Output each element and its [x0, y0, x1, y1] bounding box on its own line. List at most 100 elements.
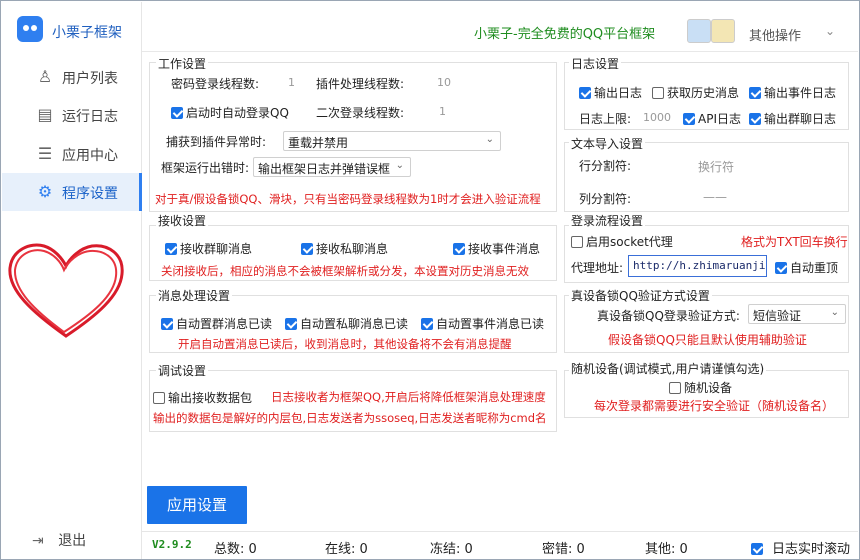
sidebar-item-users[interactable]: ♙ 用户列表 — [2, 58, 142, 96]
receive-private-checkbox[interactable]: 接收私聊消息 — [301, 240, 388, 257]
history-checkbox[interactable]: 获取历史消息 — [652, 84, 739, 101]
group-title: 登录流程设置 — [569, 212, 646, 229]
logout-button[interactable]: ⇥ 退出 — [32, 530, 86, 550]
top-bar: 小栗子-完全免费的QQ平台框架 其他操作 ⌄ — [142, 2, 858, 52]
group-title: 接收设置 — [156, 212, 209, 229]
status-bar: V2.9.2 总数: 0 在线: 0 冻结: 0 密错: 0 其他: 0 日志实… — [142, 531, 858, 559]
avatar — [711, 19, 735, 43]
heart-decoration — [8, 243, 124, 338]
proxy-address-label: 代理地址: — [571, 261, 624, 275]
auto-top-checkbox[interactable]: 自动重顶 — [775, 259, 838, 276]
gear-icon: ⚙ — [37, 182, 53, 201]
group-log-checkbox[interactable]: 输出群聊日志 — [749, 110, 836, 127]
sidebar: 小栗子框架 ♙ 用户列表 ▤ 运行日志 ☰ 应用中心 ⚙ 程序设置 ⇥ 退出 — [2, 2, 142, 559]
api-log-checkbox[interactable]: API日志 — [683, 110, 741, 127]
output-log-checkbox[interactable]: 输出日志 — [579, 84, 642, 101]
sidebar-item-label: 程序设置 — [62, 186, 118, 202]
group-title: 随机设备(调试模式,用户请谨慎勾选) — [569, 360, 767, 377]
device-lock-note: 假设备锁QQ只能且默认使用辅助验证 — [608, 333, 807, 347]
plugin-error-select[interactable]: 重载并禁用 ⌄ — [283, 131, 501, 151]
app-window: 小栗子框架 ♙ 用户列表 ▤ 运行日志 ☰ 应用中心 ⚙ 程序设置 ⇥ 退出 小… — [0, 0, 860, 560]
group-title: 消息处理设置 — [156, 287, 233, 304]
second-threads-label: 二次登录线程数: — [316, 106, 405, 120]
receive-event-checkbox[interactable]: 接收事件消息 — [453, 240, 540, 257]
password-error-count: 密错: 0 — [542, 542, 585, 557]
work-note: 对于真/假设备锁QQ、滑块，只有当密码登录线程数为1时才会进入验证流程 — [155, 192, 541, 206]
chevron-down-icon: ⌄ — [485, 134, 494, 145]
format-note: 格式为TXT回车换行 — [741, 235, 848, 249]
random-device-checkbox[interactable]: 随机设备 — [669, 379, 732, 396]
select-value: 输出框架日志并弹错误框 — [258, 162, 391, 176]
frozen-count: 冻结: 0 — [430, 542, 473, 557]
frame-error-label: 框架运行出错时: — [161, 161, 250, 175]
row-separator-input[interactable]: 换行符 — [698, 158, 734, 175]
account-avatars[interactable] — [687, 19, 739, 47]
group-read-checkbox[interactable]: 自动置群消息已读 — [161, 315, 272, 332]
plugin-threads-label: 插件处理线程数: — [316, 77, 405, 91]
online-count: 在线: 0 — [325, 542, 368, 557]
checkbox-label: 自动置私聊消息已读 — [300, 317, 409, 331]
pwd-threads-input[interactable]: 1 — [288, 76, 295, 89]
select-value: 短信验证 — [753, 309, 802, 323]
socket-proxy-checkbox[interactable]: 启用socket代理 — [571, 233, 673, 250]
debug-note-2: 输出的数据包是解好的内层包,日志发送者为ssoseq,日志发送者昵称为cmd名 — [153, 411, 547, 425]
output-packet-checkbox[interactable]: 输出接收数据包 — [153, 389, 252, 406]
sidebar-item-settings[interactable]: ⚙ 程序设置 — [2, 173, 142, 211]
autologin-checkbox[interactable]: 启动时自动登录QQ — [171, 104, 289, 121]
logout-icon: ⇥ — [32, 533, 44, 549]
group-title: 文本导入设置 — [569, 135, 646, 152]
checkbox-label: 接收群聊消息 — [180, 242, 253, 256]
checkbox-label: 获取历史消息 — [667, 86, 740, 100]
sidebar-item-label: 用户列表 — [62, 71, 118, 87]
chevron-down-icon: ⌄ — [830, 307, 839, 318]
checkbox-label: 启用socket代理 — [586, 235, 673, 249]
row-separator-label: 行分割符: — [579, 159, 632, 173]
event-read-checkbox[interactable]: 自动置事件消息已读 — [421, 315, 544, 332]
col-separator-input[interactable]: —— — [703, 190, 727, 204]
checkbox-label: API日志 — [698, 112, 741, 126]
version-label: V2.9.2 — [152, 538, 192, 551]
second-threads-input[interactable]: 1 — [439, 105, 446, 118]
user-icon: ♙ — [37, 67, 53, 86]
checkbox-label: 接收私聊消息 — [316, 242, 389, 256]
debug-note-1: 日志接收者为框架QQ,开启后将降低框架消息处理速度 — [271, 390, 546, 404]
proxy-address-field[interactable]: http://h.zhimaruanjian.com — [628, 255, 767, 277]
select-value: 重载并禁用 — [288, 136, 349, 150]
other-count: 其他: 0 — [645, 542, 688, 557]
pwd-threads-label: 密码登录线程数: — [171, 77, 260, 91]
plugin-error-label: 捕获到插件异常时: — [166, 135, 267, 149]
log-limit-input[interactable]: 1000 — [643, 111, 671, 124]
checkbox-label: 输出接收数据包 — [168, 391, 253, 405]
private-read-checkbox[interactable]: 自动置私聊消息已读 — [285, 315, 408, 332]
app-name: 小栗子框架 — [52, 25, 122, 41]
sidebar-item-app-center[interactable]: ☰ 应用中心 — [2, 135, 142, 173]
realtime-scroll-checkbox[interactable]: 日志实时滚动 — [751, 538, 850, 557]
col-separator-label: 列分割符: — [579, 192, 632, 206]
group-title: 调试设置 — [156, 362, 209, 379]
random-device-note: 每次登录都需要进行安全验证（随机设备名） — [594, 399, 835, 413]
plugin-threads-input[interactable]: 10 — [437, 76, 451, 89]
chevron-down-icon[interactable]: ⌄ — [825, 24, 835, 38]
event-log-checkbox[interactable]: 输出事件日志 — [749, 84, 836, 101]
sidebar-item-label: 应用中心 — [62, 148, 118, 164]
receive-group-checkbox[interactable]: 接收群聊消息 — [165, 240, 252, 257]
document-icon: ▤ — [37, 105, 53, 124]
group-title: 真设备锁QQ验证方式设置 — [569, 287, 712, 304]
checkbox-label: 启动时自动登录QQ — [186, 106, 289, 120]
other-operations-button[interactable]: 其他操作 — [749, 25, 801, 44]
checkbox-label: 自动置事件消息已读 — [436, 317, 545, 331]
frame-error-select[interactable]: 输出框架日志并弹错误框 ⌄ — [253, 157, 411, 177]
slogan: 小栗子-完全免费的QQ平台框架 — [474, 27, 656, 42]
sidebar-item-logs[interactable]: ▤ 运行日志 — [2, 96, 142, 134]
avatar — [687, 19, 711, 43]
checkbox-label: 接收事件消息 — [468, 242, 541, 256]
checkbox-label: 随机设备 — [684, 381, 733, 395]
chevron-down-icon: ⌄ — [395, 160, 404, 171]
apply-settings-button[interactable]: 应用设置 — [147, 486, 247, 524]
checkbox-label: 输出日志 — [594, 86, 643, 100]
verify-method-label: 真设备锁QQ登录验证方式: — [597, 309, 740, 323]
verify-method-select[interactable]: 短信验证 ⌄ — [748, 304, 846, 324]
total-count: 总数: 0 — [214, 542, 257, 557]
list-icon: ☰ — [37, 144, 53, 163]
receive-note: 关闭接收后，相应的消息不会被框架解析或分发，本设置对历史消息无效 — [161, 264, 529, 278]
